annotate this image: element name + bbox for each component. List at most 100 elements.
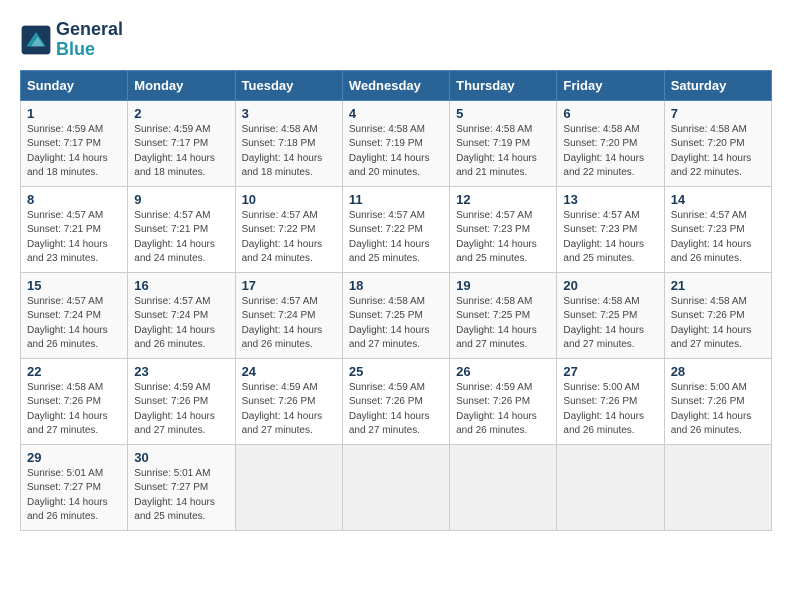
day-info: Sunrise: 4:58 AMSunset: 7:26 PMDaylight:…	[27, 382, 108, 437]
day-number: 7	[671, 106, 765, 121]
calendar-cell	[235, 444, 342, 530]
day-number: 13	[563, 192, 657, 207]
day-number: 28	[671, 364, 765, 379]
day-info: Sunrise: 4:59 AMSunset: 7:17 PMDaylight:…	[27, 124, 108, 179]
calendar-cell: 3 Sunrise: 4:58 AMSunset: 7:18 PMDaylight…	[235, 100, 342, 186]
header-cell-saturday: Saturday	[664, 70, 771, 100]
day-number: 21	[671, 278, 765, 293]
calendar-cell: 25 Sunrise: 4:59 AMSunset: 7:26 PMDayligh…	[342, 358, 449, 444]
calendar-cell: 17 Sunrise: 4:57 AMSunset: 7:24 PMDayligh…	[235, 272, 342, 358]
header-cell-friday: Friday	[557, 70, 664, 100]
calendar-week-4: 22 Sunrise: 4:58 AMSunset: 7:26 PMDayligh…	[21, 358, 772, 444]
calendar-cell	[342, 444, 449, 530]
day-info: Sunrise: 5:01 AMSunset: 7:27 PMDaylight:…	[134, 468, 215, 523]
day-number: 16	[134, 278, 228, 293]
day-number: 22	[27, 364, 121, 379]
header-cell-sunday: Sunday	[21, 70, 128, 100]
day-number: 24	[242, 364, 336, 379]
calendar-cell	[557, 444, 664, 530]
calendar-cell: 26 Sunrise: 4:59 AMSunset: 7:26 PMDayligh…	[450, 358, 557, 444]
day-number: 25	[349, 364, 443, 379]
day-info: Sunrise: 4:57 AMSunset: 7:21 PMDaylight:…	[134, 210, 215, 265]
day-info: Sunrise: 4:58 AMSunset: 7:19 PMDaylight:…	[456, 124, 537, 179]
calendar-table: SundayMondayTuesdayWednesdayThursdayFrid…	[20, 70, 772, 531]
day-info: Sunrise: 5:01 AMSunset: 7:27 PMDaylight:…	[27, 468, 108, 523]
day-number: 23	[134, 364, 228, 379]
calendar-cell: 18Sunrise: 4:58 AMSunset: 7:25 PMDayligh…	[342, 272, 449, 358]
calendar-cell: 7 Sunrise: 4:58 AMSunset: 7:20 PMDaylight…	[664, 100, 771, 186]
day-number: 27	[563, 364, 657, 379]
day-number: 4	[349, 106, 443, 121]
calendar-cell: 27 Sunrise: 5:00 AMSunset: 7:26 PMDayligh…	[557, 358, 664, 444]
calendar-week-2: 8Sunrise: 4:57 AMSunset: 7:21 PMDaylight…	[21, 186, 772, 272]
calendar-cell: 1 Sunrise: 4:59 AMSunset: 7:17 PMDaylight…	[21, 100, 128, 186]
day-info: Sunrise: 4:57 AMSunset: 7:24 PMDaylight:…	[242, 296, 323, 351]
calendar-cell: 9 Sunrise: 4:57 AMSunset: 7:21 PMDaylight…	[128, 186, 235, 272]
calendar-cell: 23 Sunrise: 4:59 AMSunset: 7:26 PMDayligh…	[128, 358, 235, 444]
day-info: Sunrise: 4:57 AMSunset: 7:22 PMDaylight:…	[349, 210, 430, 265]
calendar-cell: 6 Sunrise: 4:58 AMSunset: 7:20 PMDaylight…	[557, 100, 664, 186]
day-info: Sunrise: 4:58 AMSunset: 7:18 PMDaylight:…	[242, 124, 323, 179]
logo: General Blue	[20, 20, 123, 60]
calendar-cell: 16 Sunrise: 4:57 AMSunset: 7:24 PMDayligh…	[128, 272, 235, 358]
calendar-cell: 12 Sunrise: 4:57 AMSunset: 7:23 PMDayligh…	[450, 186, 557, 272]
day-number: 17	[242, 278, 336, 293]
calendar-cell: 20 Sunrise: 4:58 AMSunset: 7:25 PMDayligh…	[557, 272, 664, 358]
day-number: 12	[456, 192, 550, 207]
calendar-cell: 5Sunrise: 4:58 AMSunset: 7:19 PMDaylight…	[450, 100, 557, 186]
header-cell-monday: Monday	[128, 70, 235, 100]
day-number: 1	[27, 106, 121, 121]
calendar-cell: 30 Sunrise: 5:01 AMSunset: 7:27 PMDayligh…	[128, 444, 235, 530]
calendar-cell: 2 Sunrise: 4:59 AMSunset: 7:17 PMDaylight…	[128, 100, 235, 186]
day-number: 14	[671, 192, 765, 207]
header: General Blue	[20, 20, 772, 60]
day-info: Sunrise: 4:58 AMSunset: 7:19 PMDaylight:…	[349, 124, 430, 179]
calendar-week-1: 1 Sunrise: 4:59 AMSunset: 7:17 PMDaylight…	[21, 100, 772, 186]
day-number: 20	[563, 278, 657, 293]
day-info: Sunrise: 5:00 AMSunset: 7:26 PMDaylight:…	[563, 382, 644, 437]
calendar-cell	[450, 444, 557, 530]
day-info: Sunrise: 4:57 AMSunset: 7:23 PMDaylight:…	[563, 210, 644, 265]
calendar-cell: 15 Sunrise: 4:57 AMSunset: 7:24 PMDayligh…	[21, 272, 128, 358]
day-info: Sunrise: 4:59 AMSunset: 7:17 PMDaylight:…	[134, 124, 215, 179]
day-info: Sunrise: 4:59 AMSunset: 7:26 PMDaylight:…	[456, 382, 537, 437]
day-info: Sunrise: 4:57 AMSunset: 7:23 PMDaylight:…	[456, 210, 537, 265]
day-info: Sunrise: 4:58 AMSunset: 7:25 PMDaylight:…	[456, 296, 537, 351]
day-number: 2	[134, 106, 228, 121]
calendar-cell: 28 Sunrise: 5:00 AMSunset: 7:26 PMDayligh…	[664, 358, 771, 444]
day-info: Sunrise: 5:00 AMSunset: 7:26 PMDaylight:…	[671, 382, 752, 437]
day-info: Sunrise: 4:59 AMSunset: 7:26 PMDaylight:…	[349, 382, 430, 437]
calendar-week-5: 29 Sunrise: 5:01 AMSunset: 7:27 PMDayligh…	[21, 444, 772, 530]
calendar-body: 1 Sunrise: 4:59 AMSunset: 7:17 PMDaylight…	[21, 100, 772, 530]
header-row: SundayMondayTuesdayWednesdayThursdayFrid…	[21, 70, 772, 100]
header-cell-wednesday: Wednesday	[342, 70, 449, 100]
calendar-cell: 10Sunrise: 4:57 AMSunset: 7:22 PMDayligh…	[235, 186, 342, 272]
day-number: 29	[27, 450, 121, 465]
logo-icon	[20, 24, 52, 56]
calendar-week-3: 15 Sunrise: 4:57 AMSunset: 7:24 PMDayligh…	[21, 272, 772, 358]
day-info: Sunrise: 4:59 AMSunset: 7:26 PMDaylight:…	[134, 382, 215, 437]
day-info: Sunrise: 4:59 AMSunset: 7:26 PMDaylight:…	[242, 382, 323, 437]
day-info: Sunrise: 4:58 AMSunset: 7:20 PMDaylight:…	[671, 124, 752, 179]
day-info: Sunrise: 4:57 AMSunset: 7:24 PMDaylight:…	[27, 296, 108, 351]
calendar-cell: 8Sunrise: 4:57 AMSunset: 7:21 PMDaylight…	[21, 186, 128, 272]
day-number: 30	[134, 450, 228, 465]
calendar-cell	[664, 444, 771, 530]
calendar-cell: 24 Sunrise: 4:59 AMSunset: 7:26 PMDayligh…	[235, 358, 342, 444]
day-number: 9	[134, 192, 228, 207]
day-number: 3	[242, 106, 336, 121]
header-cell-thursday: Thursday	[450, 70, 557, 100]
day-number: 6	[563, 106, 657, 121]
calendar-cell: 11 Sunrise: 4:57 AMSunset: 7:22 PMDayligh…	[342, 186, 449, 272]
calendar-cell: 4 Sunrise: 4:58 AMSunset: 7:19 PMDaylight…	[342, 100, 449, 186]
day-info: Sunrise: 4:58 AMSunset: 7:25 PMDaylight:…	[563, 296, 644, 351]
day-number: 15	[27, 278, 121, 293]
day-number: 10	[242, 192, 336, 207]
day-info: Sunrise: 4:57 AMSunset: 7:24 PMDaylight:…	[134, 296, 215, 351]
calendar-cell: 14Sunrise: 4:57 AMSunset: 7:23 PMDayligh…	[664, 186, 771, 272]
day-info: Sunrise: 4:58 AMSunset: 7:26 PMDaylight:…	[671, 296, 752, 351]
day-number: 11	[349, 192, 443, 207]
day-info: Sunrise: 4:58 AMSunset: 7:20 PMDaylight:…	[563, 124, 644, 179]
day-number: 26	[456, 364, 550, 379]
day-number: 18	[349, 278, 443, 293]
